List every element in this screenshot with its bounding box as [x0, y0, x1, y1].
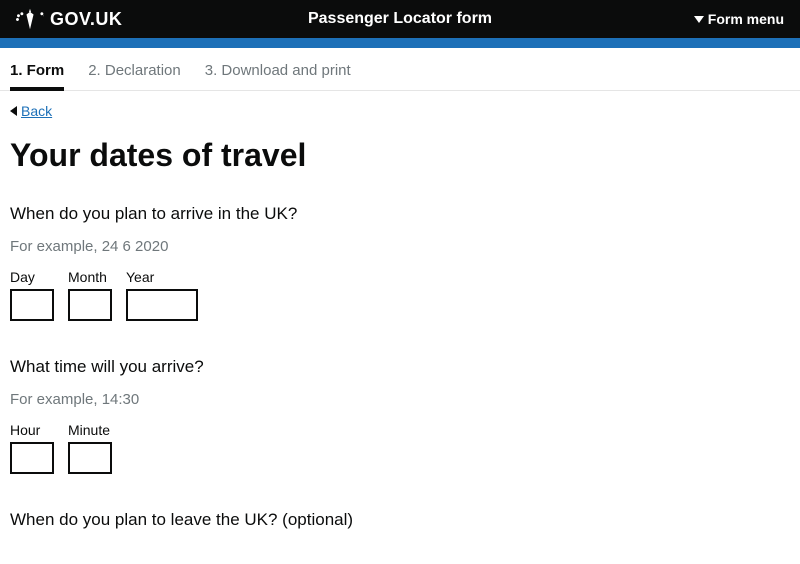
tab-declaration[interactable]: 2. Declaration — [88, 62, 181, 90]
day-label: Day — [10, 269, 54, 285]
arrive-year-input[interactable] — [126, 289, 198, 321]
chevron-down-icon — [694, 16, 704, 23]
leave-question: When do you plan to leave the UK? (optio… — [10, 510, 790, 530]
hour-label: Hour — [10, 422, 54, 438]
header-logo[interactable]: GOV.UK — [16, 8, 272, 30]
form-menu-toggle[interactable]: Form menu — [528, 11, 784, 27]
tab-download[interactable]: 3. Download and print — [205, 62, 351, 90]
arrive-hour-input[interactable] — [10, 442, 54, 474]
form-menu-label: Form menu — [708, 11, 784, 27]
arrive-minute-input[interactable] — [68, 442, 112, 474]
main-content: Back Your dates of travel When do you pl… — [0, 91, 800, 564]
time-question: What time will you arrive? — [10, 357, 790, 377]
service-name: Passenger Locator form — [272, 10, 528, 28]
arrive-time-group: Hour Minute — [10, 422, 790, 474]
brand-bar — [0, 38, 800, 48]
arrive-month-input[interactable] — [68, 289, 112, 321]
tab-form[interactable]: 1. Form — [10, 62, 64, 91]
site-title: GOV.UK — [50, 9, 122, 30]
page-heading: Your dates of travel — [10, 137, 790, 174]
back-label: Back — [21, 103, 52, 119]
arrive-question: When do you plan to arrive in the UK? — [10, 204, 790, 224]
arrive-hint: For example, 24 6 2020 — [10, 238, 790, 255]
back-link[interactable]: Back — [10, 103, 52, 119]
arrive-day-input[interactable] — [10, 289, 54, 321]
year-label: Year — [126, 269, 198, 285]
progress-tabs: 1. Form 2. Declaration 3. Download and p… — [0, 48, 800, 91]
minute-label: Minute — [68, 422, 112, 438]
time-hint: For example, 14:30 — [10, 391, 790, 408]
site-header: GOV.UK Passenger Locator form Form menu — [0, 0, 800, 38]
crown-icon — [16, 8, 44, 30]
caret-left-icon — [10, 106, 17, 116]
month-label: Month — [68, 269, 112, 285]
arrive-date-group: Day Month Year — [10, 269, 790, 321]
